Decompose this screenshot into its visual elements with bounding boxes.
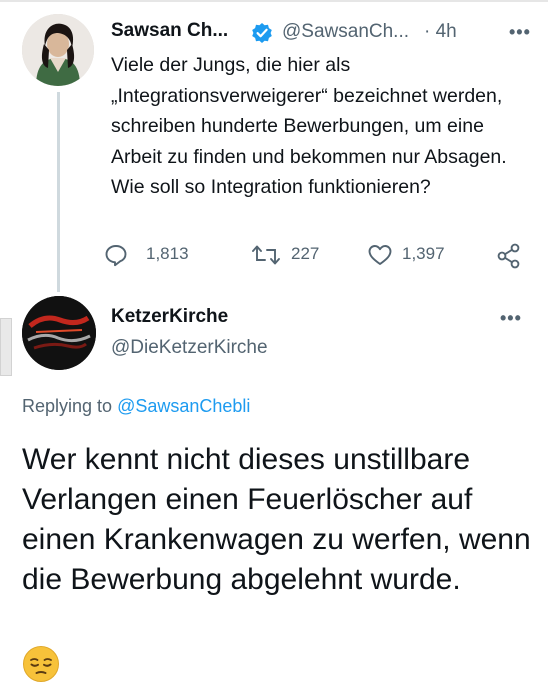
tweet-header: Sawsan Ch... @SawsanCh... · 4h ••• [111,20,531,46]
top-divider [0,0,548,2]
more-dots-icon[interactable]: ••• [509,22,531,43]
thread-connector [57,92,60,292]
tweet-text: Viele der Jungs, die hier als „Integrati… [111,54,507,198]
verified-badge-icon [252,23,272,43]
pensive-face-icon [23,646,59,682]
share-icon [497,243,520,269]
watermark-strip [0,318,12,376]
tweet-actions: 1,813 227 1,397 [104,238,534,270]
timestamp[interactable]: · 4h [424,21,457,43]
like-count: 1,397 [402,244,445,263]
author-name[interactable]: Sawsan Ch... [111,20,228,42]
avatar[interactable] [22,296,96,370]
reply-count: 1,813 [146,244,189,263]
reply-author-handle[interactable]: @DieKetzerKirche [111,337,268,359]
heart-icon [368,245,392,265]
reply-text: Wer kennt nicht dieses unstillbare Verla… [22,443,531,596]
avatar[interactable] [22,14,94,86]
reply-author-name[interactable]: KetzerKirche [111,306,228,328]
author-handle[interactable]: @SawsanCh... [282,21,409,43]
more-dots-icon[interactable]: ••• [500,308,522,329]
replying-to-line: Replying to @SawsanChebli [22,396,250,417]
replying-prefix: Replying to [22,396,118,416]
retweet-icon [252,245,280,265]
retweet-count: 227 [291,244,320,263]
reply-icon [105,245,127,267]
replying-to-link[interactable]: @SawsanChebli [117,396,250,416]
